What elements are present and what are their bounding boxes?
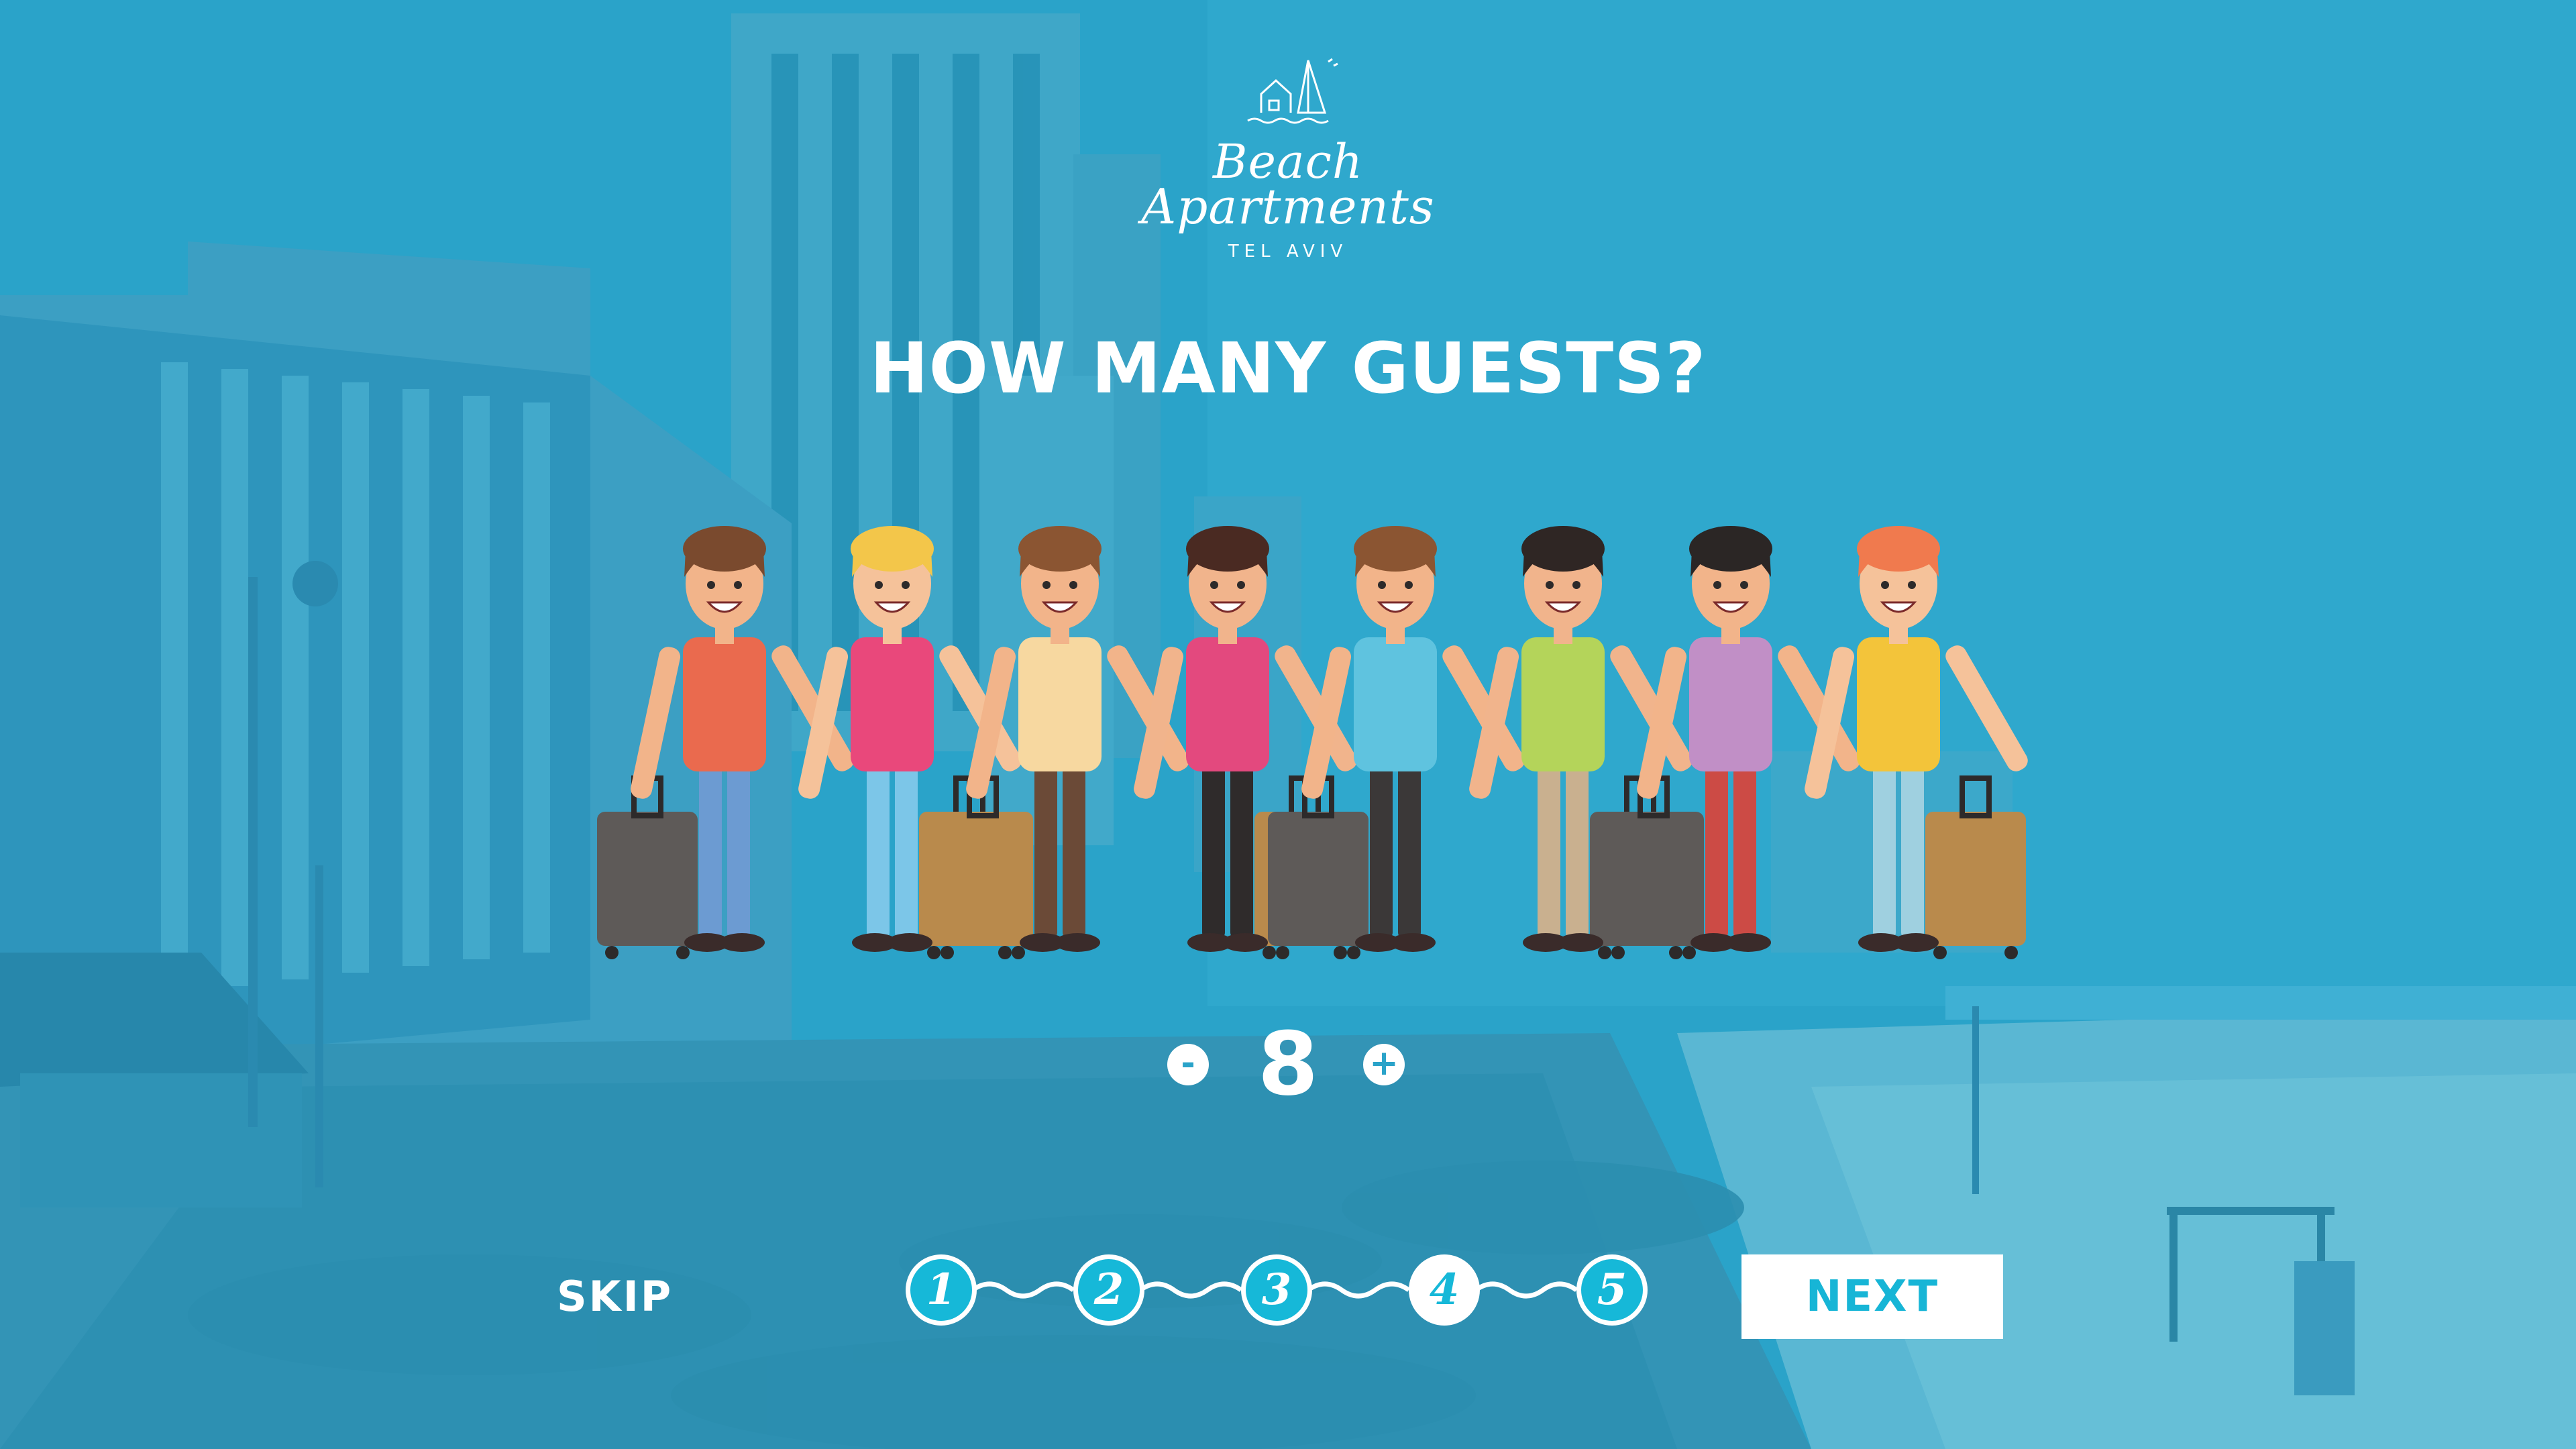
suitcase [932, 812, 1033, 946]
step-5[interactable]: 5 [1576, 1254, 1648, 1326]
decrement-button[interactable]: - [1167, 1044, 1209, 1085]
page-title: HOW MANY GUESTS? [869, 327, 1707, 409]
suitcase [1268, 812, 1368, 946]
step-2[interactable]: 2 [1073, 1254, 1144, 1326]
progress-steps: 1 2 3 4 5 [906, 1248, 1677, 1342]
suitcase [1603, 812, 1704, 946]
brand-city: TEL AVIV [1228, 241, 1348, 262]
guests-illustration [597, 526, 2028, 959]
beach-house-icon [1247, 58, 1338, 124]
brand-name-line2: Apartments [1141, 178, 1435, 235]
guest-count-value: 8 [1257, 1013, 1319, 1115]
step-3[interactable]: 3 [1241, 1254, 1312, 1326]
suitcase [597, 812, 698, 946]
increment-button[interactable]: + [1363, 1044, 1405, 1085]
next-button[interactable]: NEXT [1741, 1254, 2003, 1339]
suitcase-handle [1960, 775, 1992, 818]
guest-count-stepper: - 8 + [1167, 1006, 1436, 1127]
step-1[interactable]: 1 [906, 1254, 977, 1326]
brand-logo: Beach Apartments TEL AVIV [1127, 47, 1449, 275]
skip-button[interactable]: SKIP [557, 1272, 673, 1321]
step-4[interactable]: 4 [1409, 1254, 1480, 1326]
suitcase [1925, 812, 2026, 946]
